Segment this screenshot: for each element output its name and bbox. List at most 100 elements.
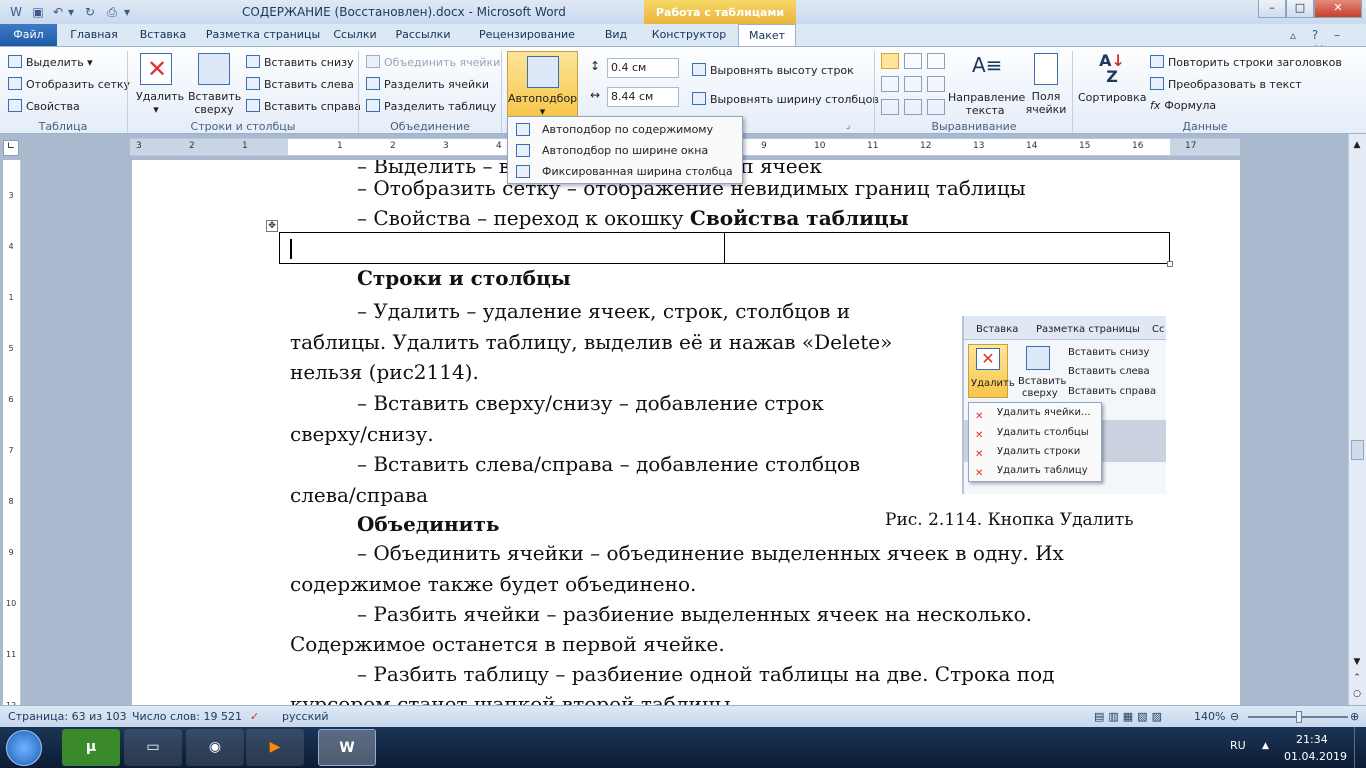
properties-button[interactable]: Свойства	[8, 99, 80, 113]
align-middle-right-button[interactable]	[927, 76, 945, 92]
tab-selector-button[interactable]: ∟	[3, 140, 19, 156]
view-buttons[interactable]: ▤▥▦▧▨	[1094, 710, 1166, 723]
align-middle-center-button[interactable]	[904, 76, 922, 92]
undo-icon[interactable]: ↶	[50, 4, 66, 20]
insert-below-button[interactable]: Вставить снизу	[246, 55, 354, 69]
tab-file[interactable]: Файл	[0, 24, 57, 46]
tray-expand-icon[interactable]: ▲	[1262, 741, 1269, 751]
chrome-icon[interactable]: ◉	[186, 729, 244, 766]
table[interactable]	[279, 232, 1170, 264]
input-language[interactable]: RU	[1230, 739, 1246, 752]
select-button[interactable]: Выделить ▾	[8, 55, 93, 69]
insert-left-button[interactable]: Вставить слева	[246, 77, 354, 91]
doc-line: нельзя (рис2114).	[290, 360, 479, 384]
ruler-number: 2	[390, 141, 396, 151]
page-count[interactable]: Страница: 63 из 103	[8, 710, 127, 723]
text-cursor	[290, 239, 292, 259]
tab-insert[interactable]: Вставка	[134, 24, 192, 46]
tab-review[interactable]: Рецензирование	[466, 24, 588, 46]
merge-cells-button[interactable]: Объединить ячейки	[366, 55, 500, 69]
zoom-level[interactable]: 140%	[1194, 710, 1225, 723]
ruler-number: 13	[973, 141, 985, 151]
show-desktop-button[interactable]	[1354, 727, 1366, 768]
column-width-icon: ↔	[590, 88, 601, 102]
close-button[interactable]: ✕	[1314, 0, 1362, 18]
formula-icon: fx	[1150, 99, 1161, 112]
sort-button[interactable]: A↓ Z Сортировка	[1078, 53, 1147, 105]
utorrent-icon[interactable]: μ	[62, 729, 120, 766]
insert-above-button[interactable]: Вставить сверху	[188, 53, 241, 116]
split-table-button[interactable]: Разделить таблицу	[366, 99, 496, 113]
align-middle-left-button[interactable]	[881, 76, 899, 92]
table-resize-handle[interactable]	[1167, 261, 1173, 267]
grid-icon	[8, 77, 22, 90]
distribute-columns-button[interactable]: Выровнять ширину столбцов	[692, 92, 879, 106]
clock-date[interactable]: 01.04.2019	[1284, 750, 1347, 763]
language[interactable]: русский	[282, 710, 329, 723]
proofing-icon[interactable]: ✓	[250, 710, 259, 723]
figure-insert-left: Вставить слева	[1068, 366, 1150, 377]
heading-merge: Объединить	[357, 512, 500, 536]
row-height-icon: ↕	[590, 59, 601, 73]
autofit-button[interactable]: Автоподбор ▾	[507, 51, 578, 118]
align-top-left-button[interactable]	[881, 53, 899, 69]
ruler-number: 14	[1026, 141, 1038, 151]
redo-icon[interactable]: ↻	[82, 4, 98, 20]
row-height-field[interactable]: 0.4 см	[607, 58, 679, 78]
column-width-field[interactable]: 8.44 см	[607, 87, 679, 107]
align-bottom-left-button[interactable]	[881, 99, 899, 115]
doc-line: – Вставить слева/справа – добавление сто…	[357, 452, 861, 476]
delete-button[interactable]: ✕ Удалить ▾	[136, 53, 184, 116]
maximize-button[interactable]: □	[1286, 0, 1314, 18]
cell-margins-button[interactable]: Поля ячейки	[1024, 53, 1068, 116]
menu-item-fixed-width[interactable]: Фиксированная ширина столбца	[512, 161, 738, 183]
show-grid-button[interactable]: Отобразить сетку	[8, 77, 130, 91]
minimize-button[interactable]: –	[1258, 0, 1286, 18]
clock-time[interactable]: 21:34	[1296, 733, 1328, 746]
formula-button[interactable]: fx Формула	[1150, 99, 1216, 112]
tab-page-layout[interactable]: Разметка страницы	[202, 24, 324, 46]
align-top-center-button[interactable]	[904, 53, 922, 69]
media-player-icon[interactable]: ▶	[246, 729, 304, 766]
tab-mailings[interactable]: Рассылки	[388, 24, 458, 46]
word-count[interactable]: Число слов: 19 521	[132, 710, 242, 723]
split-cells-icon	[366, 77, 380, 90]
vertical-ruler[interactable]: 34156789101112	[3, 160, 21, 710]
align-top-right-button[interactable]	[927, 53, 945, 69]
scroll-up-icon[interactable]: ▲	[1350, 140, 1364, 154]
table-move-handle-icon[interactable]: ✥	[266, 220, 278, 232]
customize-toolbar-icon[interactable]: ▾	[122, 4, 132, 20]
vertical-scrollbar[interactable]: ▲ ▼⌃○⌄	[1348, 134, 1366, 715]
zoom-out-icon[interactable]: ⊖	[1230, 710, 1239, 723]
tab-home[interactable]: Главная	[64, 24, 124, 46]
save-icon[interactable]: ▣	[30, 4, 46, 20]
explorer-icon[interactable]: ▭	[124, 729, 182, 766]
word-app-icon[interactable]: W	[8, 4, 24, 20]
zoom-in-icon[interactable]: ⊕	[1350, 710, 1359, 723]
align-bottom-right-button[interactable]	[927, 99, 945, 115]
menu-item-autofit-window[interactable]: Автоподбор по ширине окна	[512, 140, 738, 162]
menu-item-autofit-contents[interactable]: Автоподбор по содержимому	[512, 119, 738, 141]
tab-design[interactable]: Конструктор	[646, 24, 732, 46]
cell-size-dialog-launcher[interactable]: ⌟	[846, 121, 850, 131]
title-bar: W ▣ ↶ ▾ ↻ ⎙ ▾ СОДЕРЖАНИЕ (Восстановлен).…	[0, 0, 1366, 24]
tab-layout[interactable]: Макет	[738, 24, 796, 47]
distribute-rows-button[interactable]: Выровнять высоту строк	[692, 63, 854, 77]
convert-to-text-button[interactable]: Преобразовать в текст	[1150, 77, 1302, 91]
doc-line: – Свойства – переход к окошку Свойства т…	[357, 206, 909, 230]
text-direction-button[interactable]: A≡ Направление текста	[948, 53, 1025, 117]
word-taskbar-icon[interactable]: W	[318, 729, 376, 766]
scrollbar-thumb[interactable]	[1351, 440, 1364, 460]
start-button[interactable]	[6, 730, 42, 766]
print-preview-icon[interactable]: ⎙	[104, 4, 120, 20]
insert-right-button[interactable]: Вставить справа	[246, 99, 361, 113]
tab-view[interactable]: Вид	[594, 24, 638, 46]
undo-dropdown-icon[interactable]: ▾	[66, 4, 76, 20]
split-cells-button[interactable]: Разделить ячейки	[366, 77, 489, 91]
zoom-slider-thumb[interactable]	[1296, 711, 1302, 723]
tab-references[interactable]: Ссылки	[330, 24, 380, 46]
repeat-header-rows-button[interactable]: Повторить строки заголовков	[1150, 55, 1342, 69]
text-direction-icon: A≡	[972, 53, 1003, 77]
figure-menu-item: Удалить столбцы	[997, 427, 1089, 438]
align-bottom-center-button[interactable]	[904, 99, 922, 115]
